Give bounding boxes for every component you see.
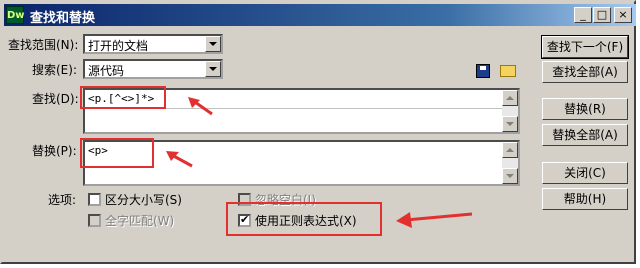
annotation-arrow-icon bbox=[166, 151, 193, 168]
maximize-button[interactable]: □ bbox=[593, 7, 611, 23]
find-scrollbar[interactable] bbox=[502, 90, 518, 132]
chevron-down-icon[interactable] bbox=[205, 36, 221, 52]
close-window-button[interactable]: × bbox=[614, 7, 632, 23]
dreamweaver-app-icon: Dw bbox=[6, 6, 25, 24]
replace-button[interactable]: 替换(R) bbox=[542, 98, 628, 120]
replace-scrollbar[interactable] bbox=[502, 142, 518, 184]
find-highlight-box bbox=[80, 86, 166, 109]
save-disk-icon[interactable] bbox=[476, 64, 490, 78]
scope-value: 打开的文档 bbox=[88, 39, 149, 53]
help-button[interactable]: 帮助(H) bbox=[542, 188, 628, 210]
scope-select[interactable]: 打开的文档 bbox=[83, 34, 223, 54]
open-folder-icon[interactable] bbox=[500, 65, 516, 77]
chevron-down-icon[interactable] bbox=[205, 61, 221, 77]
match-case-label[interactable]: 区分大小写(S) bbox=[105, 191, 182, 208]
replace-all-button[interactable]: 替换全部(A) bbox=[542, 124, 628, 146]
search-value: 源代码 bbox=[88, 64, 125, 78]
scroll-up-icon[interactable] bbox=[502, 90, 518, 106]
find-next-button[interactable]: 查找下一个(F) bbox=[541, 35, 629, 59]
scroll-down-icon[interactable] bbox=[502, 116, 518, 132]
scope-label: 查找范围(N): bbox=[8, 38, 79, 52]
annotation-arrow-icon bbox=[188, 97, 213, 116]
replace-label: 替换(P): bbox=[32, 144, 77, 158]
scroll-up-icon[interactable] bbox=[502, 142, 518, 158]
close-button[interactable]: 关闭(C) bbox=[542, 162, 628, 184]
whole-word-checkbox[interactable] bbox=[88, 214, 101, 227]
whole-word-label[interactable]: 全字匹配(W) bbox=[105, 212, 174, 229]
options-label: 选项: bbox=[48, 193, 77, 207]
window-title: 查找和替换 bbox=[30, 11, 96, 26]
search-select[interactable]: 源代码 bbox=[83, 59, 223, 79]
find-all-button[interactable]: 查找全部(A) bbox=[542, 61, 628, 83]
scroll-down-icon[interactable] bbox=[502, 168, 518, 184]
title-bar[interactable]: Dw 查找和替换 _ □ × bbox=[4, 4, 636, 26]
search-label: 搜索(E): bbox=[32, 63, 77, 77]
replace-highlight-box bbox=[80, 138, 154, 168]
regex-highlight-box bbox=[226, 202, 382, 236]
minimize-button[interactable]: _ bbox=[574, 7, 592, 23]
find-label: 查找(D): bbox=[32, 92, 79, 106]
match-case-checkbox[interactable] bbox=[88, 193, 101, 206]
annotation-arrow-icon bbox=[396, 212, 473, 228]
